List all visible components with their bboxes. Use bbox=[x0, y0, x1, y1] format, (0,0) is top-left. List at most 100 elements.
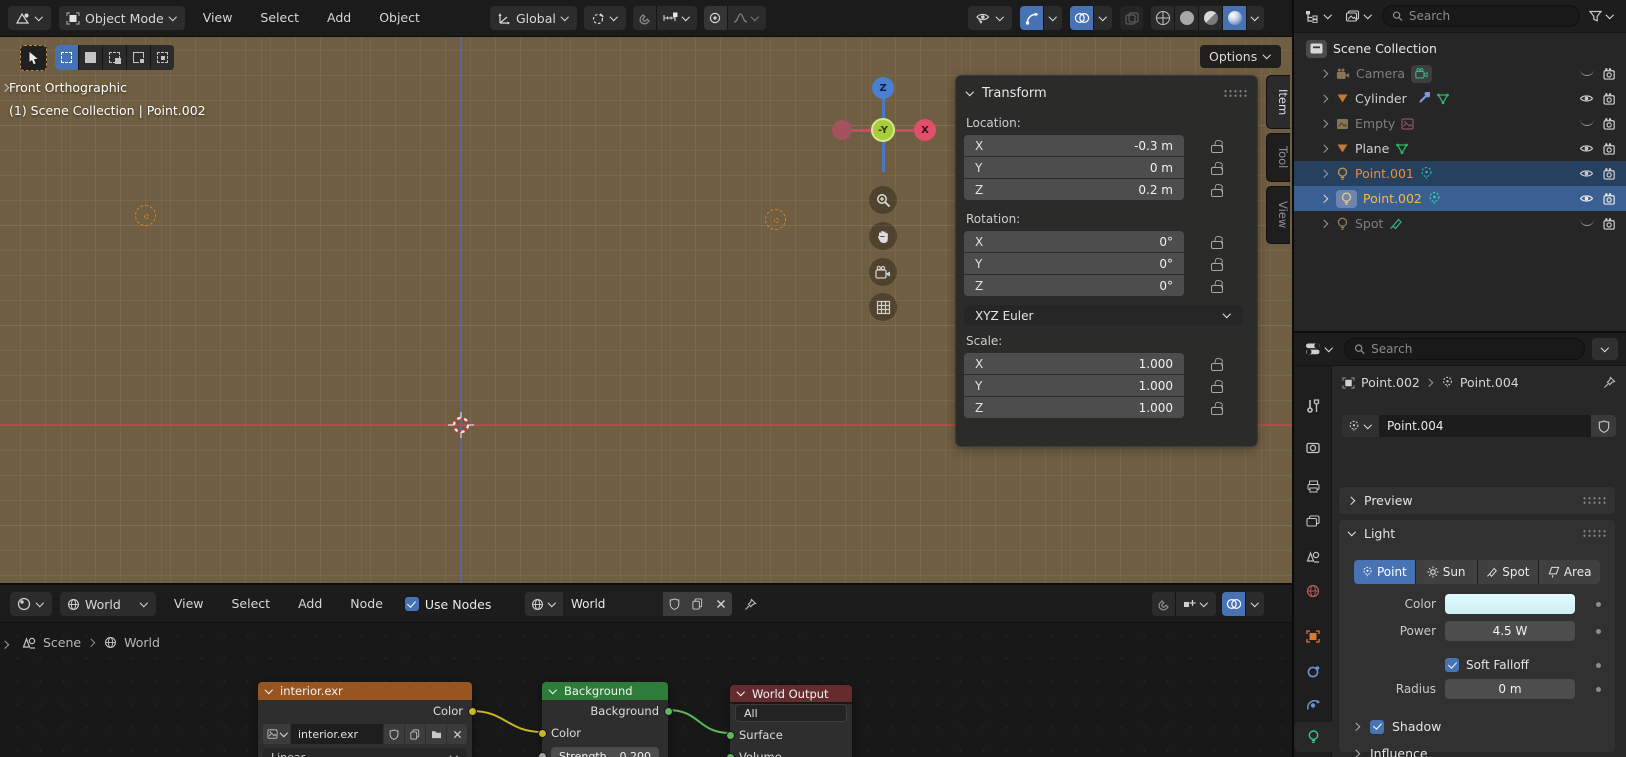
breadcrumb-data[interactable]: Point.004 bbox=[1460, 375, 1519, 390]
light-type-area[interactable]: Area bbox=[1539, 560, 1600, 584]
menu-add[interactable]: Add bbox=[317, 6, 361, 30]
overlays-dropdown[interactable] bbox=[1246, 592, 1264, 616]
surface-input-socket[interactable] bbox=[726, 731, 735, 740]
overlays-toggle-button[interactable] bbox=[1222, 592, 1245, 616]
outliner-row-spot[interactable]: Spot bbox=[1294, 211, 1626, 236]
tab-object-data[interactable] bbox=[1294, 722, 1332, 752]
fake-user-button[interactable] bbox=[663, 592, 686, 616]
collapse-icon[interactable] bbox=[1348, 530, 1357, 537]
fake-user-button[interactable] bbox=[1591, 415, 1616, 437]
panel-grip[interactable] bbox=[1582, 529, 1606, 538]
world-name-field[interactable]: World bbox=[563, 592, 663, 616]
gizmo-y-ball[interactable]: -Y bbox=[871, 118, 895, 142]
color-output-socket[interactable] bbox=[468, 707, 477, 716]
expand-icon[interactable] bbox=[1353, 750, 1362, 757]
light-type-sun[interactable]: Sun bbox=[1416, 560, 1477, 584]
world-id-dropdown[interactable] bbox=[525, 592, 563, 616]
lock-icon[interactable] bbox=[1210, 379, 1223, 392]
properties-search[interactable] bbox=[1344, 338, 1585, 360]
eye-open-icon[interactable] bbox=[1579, 143, 1594, 154]
menu-node[interactable]: Node bbox=[340, 592, 393, 616]
tab-physics[interactable] bbox=[1294, 690, 1332, 720]
menu-add[interactable]: Add bbox=[288, 592, 332, 616]
use-nodes-checkbox[interactable] bbox=[405, 597, 419, 611]
image-dropdown[interactable] bbox=[263, 724, 290, 744]
menu-select[interactable]: Select bbox=[222, 592, 281, 616]
pin-icon[interactable] bbox=[1603, 376, 1616, 389]
hide-viewport-icon[interactable] bbox=[1580, 68, 1594, 76]
light-type-point[interactable]: Point bbox=[1354, 560, 1415, 584]
transform-orientation-dropdown[interactable]: Global bbox=[490, 6, 577, 30]
node-environment-texture[interactable]: interior.exr Color interior.exr bbox=[258, 682, 472, 757]
snap-toggle-button[interactable] bbox=[633, 6, 656, 30]
lock-icon[interactable] bbox=[1210, 401, 1223, 414]
lock-icon[interactable] bbox=[1210, 279, 1223, 292]
lock-icon[interactable] bbox=[1210, 161, 1223, 174]
outliner-row-camera[interactable]: Camera bbox=[1294, 61, 1626, 86]
eye-open-icon[interactable] bbox=[1579, 93, 1594, 104]
snap-with-dropdown[interactable] bbox=[657, 6, 697, 30]
shader-editor[interactable]: World View Select Add Node Use Nodes Wor… bbox=[0, 583, 1292, 757]
point-light-data-icon[interactable] bbox=[1428, 191, 1441, 206]
strength-input-socket[interactable] bbox=[538, 752, 547, 757]
animate-dot[interactable] bbox=[1596, 629, 1601, 634]
menu-view[interactable]: View bbox=[164, 592, 214, 616]
tab-world[interactable] bbox=[1294, 576, 1332, 606]
expand-icon[interactable] bbox=[1321, 195, 1330, 202]
disable-render-icon[interactable] bbox=[1603, 168, 1618, 180]
lock-icon[interactable] bbox=[1210, 257, 1223, 270]
select-new-button[interactable] bbox=[55, 45, 78, 70]
breadcrumb-scene[interactable]: Scene bbox=[43, 635, 81, 650]
breadcrumb-object[interactable]: Point.002 bbox=[1361, 375, 1420, 390]
outliner-row-empty[interactable]: Empty bbox=[1294, 111, 1626, 136]
gizmo-x-ball[interactable]: X bbox=[914, 119, 936, 141]
new-copy-button[interactable] bbox=[686, 592, 709, 616]
eye-open-icon[interactable] bbox=[1579, 168, 1594, 179]
sidebar-tab-view[interactable]: View bbox=[1266, 186, 1290, 244]
location-y-field[interactable]: Y0 m bbox=[964, 157, 1184, 178]
3d-viewport[interactable]: Object Mode View Select Add Object Globa… bbox=[0, 0, 1292, 583]
shading-rendered-button[interactable] bbox=[1223, 6, 1246, 30]
lock-icon[interactable] bbox=[1210, 183, 1223, 196]
outliner-search[interactable] bbox=[1382, 5, 1580, 27]
menu-object[interactable]: Object bbox=[369, 6, 430, 30]
node-background[interactable]: Background Background Color Strength 0.2… bbox=[542, 682, 668, 757]
outliner-row-point-002[interactable]: Point.002 bbox=[1294, 186, 1626, 211]
mode-dropdown[interactable]: Object Mode bbox=[59, 6, 185, 30]
point-light-gizmo[interactable] bbox=[135, 205, 156, 226]
editor-type-button[interactable] bbox=[10, 592, 52, 616]
tab-output[interactable] bbox=[1294, 471, 1332, 501]
filter-button[interactable] bbox=[1586, 10, 1618, 22]
gizmos-toggle-button[interactable] bbox=[1020, 6, 1043, 30]
image-name-field[interactable]: interior.exr bbox=[291, 724, 383, 744]
light-type-spot[interactable]: Spot bbox=[1478, 560, 1539, 584]
shading-dropdown[interactable] bbox=[1247, 6, 1264, 30]
light-color-swatch[interactable] bbox=[1445, 594, 1575, 614]
active-tool-button[interactable] bbox=[20, 45, 47, 71]
expand-icon[interactable] bbox=[1321, 70, 1330, 77]
select-invert-button[interactable] bbox=[127, 45, 150, 70]
tab-render[interactable] bbox=[1294, 433, 1332, 463]
outliner-row-plane[interactable]: Plane bbox=[1294, 136, 1626, 161]
snap-with-dropdown[interactable] bbox=[1176, 592, 1216, 616]
sidebar-tab-item[interactable]: Item bbox=[1266, 75, 1290, 129]
power-field[interactable]: 4.5 W bbox=[1445, 621, 1575, 641]
node-header[interactable]: World Output bbox=[730, 685, 852, 702]
overlays-toggle-button[interactable] bbox=[1070, 6, 1093, 30]
shadow-checkbox[interactable] bbox=[1370, 720, 1384, 734]
expand-icon[interactable] bbox=[1321, 120, 1330, 127]
scale-z-field[interactable]: Z1.000 bbox=[964, 397, 1184, 418]
color-input-socket[interactable] bbox=[538, 729, 547, 738]
camera-data-icon[interactable] bbox=[1411, 65, 1432, 83]
node-header[interactable]: interior.exr bbox=[258, 682, 472, 700]
colorspace-dropdown[interactable]: Linear bbox=[263, 748, 467, 757]
mesh-data-icon[interactable] bbox=[1395, 143, 1409, 155]
animate-dot[interactable] bbox=[1596, 602, 1601, 607]
proportional-falloff-dropdown[interactable] bbox=[728, 6, 766, 30]
pin-icon[interactable] bbox=[744, 598, 757, 611]
orthographic-toggle-button[interactable] bbox=[869, 293, 897, 321]
unlink-button[interactable] bbox=[447, 724, 467, 744]
point-light-data-icon[interactable] bbox=[1420, 166, 1433, 181]
tab-view-layer[interactable] bbox=[1294, 506, 1332, 536]
hide-viewport-icon[interactable] bbox=[1580, 118, 1594, 126]
